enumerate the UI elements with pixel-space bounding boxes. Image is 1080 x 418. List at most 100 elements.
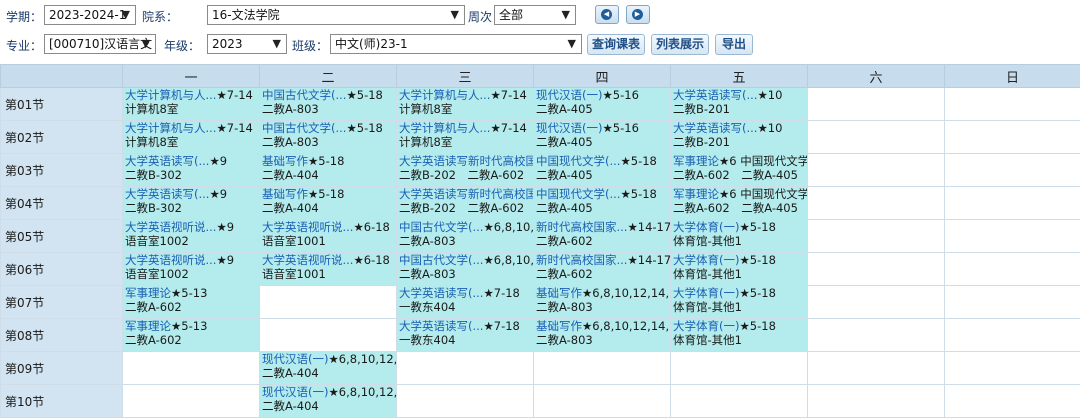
course-name-link[interactable]: 大学英语读写(... <box>399 319 483 333</box>
course-name-link[interactable]: 中国古代文学(... <box>262 121 346 135</box>
course-cell[interactable]: 大学体育(一)★5-18 体育馆-其他1 <box>670 252 808 286</box>
course-cell[interactable]: 中国现代文学(...★5-18 二教A-405 <box>533 186 671 220</box>
course-cell[interactable]: 基础写作★5-18 二教A-404 <box>259 186 397 220</box>
course-cell[interactable]: 基础写作★6,8,10,12,14,1 二教A-803 <box>533 318 671 352</box>
course-cell[interactable]: 大学体育(一)★5-18 体育馆-其他1 <box>670 219 808 253</box>
course-cell[interactable]: 现代汉语(一)★6,8,10,12, 二教A-404 <box>259 351 397 385</box>
course-cell[interactable]: 现代汉语(一)★6,8,10,12, 二教A-404 <box>259 384 397 418</box>
course-cell[interactable]: 大学英语视听说...★6-18 语音室1001 <box>259 252 397 286</box>
course-cell[interactable]: 大学英语读写新时代高校国 二教B-202 二教A-602 <box>396 186 534 220</box>
course-name-link[interactable]: 大学英语读写(... <box>125 187 209 201</box>
course-name-link[interactable]: 大学英语读写(... <box>673 121 757 135</box>
course-cell[interactable]: 军事理论★6 中国现代文学 二教A-602 二教A-405 <box>670 186 808 220</box>
course-cell[interactable]: 现代汉语(一)★5-16 二教A-405 <box>533 87 671 121</box>
course-cell[interactable]: 大学英语视听说...★9 语音室1002 <box>122 219 260 253</box>
course-cell[interactable]: 军事理论★5-13 二教A-602 <box>122 285 260 319</box>
day-header: 二 <box>259 64 397 88</box>
course-name-link[interactable]: 大学计算机与人... <box>125 121 216 135</box>
course-name-link[interactable]: 大学体育(一) <box>673 286 739 300</box>
course-cell[interactable]: 大学计算机与人...★7-14 计算机8室 <box>122 87 260 121</box>
course-name-link[interactable]: 现代汉语(一) <box>262 352 328 366</box>
major-select[interactable]: [000710]汉语言文 ▼ <box>44 34 156 54</box>
empty-cell <box>122 384 260 418</box>
course-room: 计算机8室 <box>125 102 179 116</box>
course-name-link[interactable]: 现代汉语(一) <box>536 121 602 135</box>
course-cell[interactable]: 中国古代文学(...★6,8,10, 二教A-803 <box>396 252 534 286</box>
course-name-link[interactable]: 大学计算机与人... <box>399 121 490 135</box>
week-select[interactable]: 全部 ▼ <box>494 5 576 25</box>
course-cell[interactable]: 大学英语视听说...★6-18 语音室1001 <box>259 219 397 253</box>
course-name-link[interactable]: 新时代高校国家... <box>536 220 627 234</box>
course-cell[interactable]: 基础写作★6,8,10,12,14,1 二教A-803 <box>533 285 671 319</box>
course-name-link[interactable]: 中国现代文学(... <box>536 187 620 201</box>
course-cell[interactable]: 大学英语读写(...★9 二教B-302 <box>122 153 260 187</box>
course-name-link[interactable]: 大学英语读写(... <box>125 154 209 168</box>
query-schedule-button[interactable]: 查询课表 <box>587 34 645 55</box>
class-select[interactable]: 中文(师)23-1 ▼ <box>330 34 582 54</box>
prev-week-button[interactable]: ◀ <box>595 5 619 24</box>
course-name-link[interactable]: 大学英语视听说... <box>262 253 353 267</box>
course-cell[interactable]: 大学英语视听说...★9 语音室1002 <box>122 252 260 286</box>
course-cell[interactable]: 大学体育(一)★5-18 体育馆-其他1 <box>670 285 808 319</box>
course-name-link[interactable]: 基础写作 <box>262 187 308 201</box>
next-week-button[interactable]: ▶ <box>626 5 650 24</box>
course-cell[interactable]: 中国古代文学(...★6,8,10, 二教A-803 <box>396 219 534 253</box>
course-line: 大学体育(一)★5-18 <box>671 319 807 333</box>
course-name-link[interactable]: 军事理论 <box>673 187 719 201</box>
list-view-button[interactable]: 列表展示 <box>651 34 709 55</box>
course-cell[interactable]: 大学英语读写(...★10 二教B-201 <box>670 120 808 154</box>
major-label: 专业： <box>6 39 43 53</box>
course-cell[interactable]: 新时代高校国家...★14-17 二教A-602 <box>533 252 671 286</box>
course-name-link[interactable]: 军事理论 <box>125 286 171 300</box>
course-cell[interactable]: 新时代高校国家...★14-17 二教A-602 <box>533 219 671 253</box>
course-name-link[interactable]: 基础写作 <box>262 154 308 168</box>
course-cell[interactable]: 大学计算机与人...★7-14 计算机8室 <box>122 120 260 154</box>
course-cell[interactable]: 中国古代文学(...★5-18 二教A-803 <box>259 120 397 154</box>
course-cell[interactable]: 中国现代文学(...★5-18 二教A-405 <box>533 153 671 187</box>
course-cell[interactable]: 大学英语读写(...★9 二教B-302 <box>122 186 260 220</box>
course-cell[interactable]: 大学体育(一)★5-18 体育馆-其他1 <box>670 318 808 352</box>
course-cell[interactable]: 大学英语读写(...★7-18 一教东404 <box>396 318 534 352</box>
course-name-link[interactable]: 大学英语读写(... <box>673 88 757 102</box>
course-name-link[interactable]: 大学英语读写新时代高校国 <box>399 187 533 201</box>
course-name-link[interactable]: 大学体育(一) <box>673 220 739 234</box>
course-cell[interactable]: 大学英语读写(...★10 二教B-201 <box>670 87 808 121</box>
course-name-link[interactable]: 大学体育(一) <box>673 253 739 267</box>
course-name-link[interactable]: 新时代高校国家... <box>536 253 627 267</box>
course-name-link[interactable]: 大学体育(一) <box>673 319 739 333</box>
course-name-link[interactable]: 大学英语视听说... <box>125 253 216 267</box>
course-name-link[interactable]: 大学英语读写新时代高校国 <box>399 154 533 168</box>
course-name-link[interactable]: 中国古代文学(... <box>399 220 483 234</box>
export-button[interactable]: 导出 <box>715 34 753 55</box>
course-name-link[interactable]: 基础写作 <box>536 286 582 300</box>
course-name-link[interactable]: 现代汉语(一) <box>262 385 328 399</box>
course-cell[interactable]: 军事理论★5-13 二教A-602 <box>122 318 260 352</box>
course-name-link[interactable]: 基础写作 <box>536 319 582 333</box>
term-select[interactable]: 2023-2024-1 ▼ <box>44 5 136 25</box>
course-name-link[interactable]: 中国古代文学(... <box>262 88 346 102</box>
course-cell[interactable]: 大学计算机与人...★7-14 计算机8室 <box>396 120 534 154</box>
course-name-link[interactable]: 大学英语读写(... <box>399 286 483 300</box>
course-name-link[interactable]: 中国现代文学(... <box>536 154 620 168</box>
course-name-link[interactable]: 军事理论 <box>125 319 171 333</box>
course-cell[interactable]: 大学英语读写(...★7-18 一教东404 <box>396 285 534 319</box>
dept-select[interactable]: 16-文法学院 ▼ <box>207 5 465 25</box>
course-cell[interactable]: 大学英语读写新时代高校国 二教B-202 二教A-602 <box>396 153 534 187</box>
empty-cell <box>533 384 671 418</box>
course-cell[interactable]: 大学计算机与人...★7-14 计算机8室 <box>396 87 534 121</box>
course-name-link[interactable]: 中国古代文学(... <box>399 253 483 267</box>
course-name-link[interactable]: 大学英语视听说... <box>262 220 353 234</box>
period-label: 第04节 <box>0 186 123 220</box>
course-name-link[interactable]: 现代汉语(一) <box>536 88 602 102</box>
course-name-link[interactable]: 军事理论 <box>673 154 719 168</box>
course-room: 计算机8室 <box>399 102 453 116</box>
grade-select[interactable]: 2023 ▼ <box>207 34 287 54</box>
empty-cell <box>944 153 1080 187</box>
course-name-link[interactable]: 大学计算机与人... <box>125 88 216 102</box>
course-name-link[interactable]: 大学英语视听说... <box>125 220 216 234</box>
course-cell[interactable]: 基础写作★5-18 二教A-404 <box>259 153 397 187</box>
course-cell[interactable]: 中国古代文学(...★5-18 二教A-803 <box>259 87 397 121</box>
course-cell[interactable]: 军事理论★6 中国现代文学 二教A-602 二教A-405 <box>670 153 808 187</box>
course-name-link[interactable]: 大学计算机与人... <box>399 88 490 102</box>
course-cell[interactable]: 现代汉语(一)★5-16 二教A-405 <box>533 120 671 154</box>
